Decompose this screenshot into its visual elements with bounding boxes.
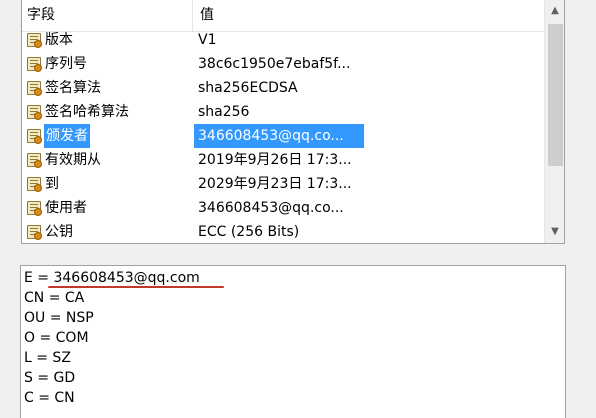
list-row-serial-number[interactable]: 序列号 38c6c1950e7ebaf5f... — [22, 52, 544, 76]
certificate-field-icon — [27, 153, 42, 168]
row-field-cell: 有效期从 — [27, 148, 193, 172]
row-value: 2019年9月26日 17:3... — [198, 152, 352, 168]
certificate-fields-list[interactable]: 字段 值 版本 V1 序列号 38c6c1950e7ebaf5f... 签名算法… — [21, 0, 565, 244]
certificate-field-icon — [27, 225, 42, 240]
list-row-valid-to[interactable]: 到 2029年9月23日 17:3... — [22, 172, 544, 196]
row-field-label: 使用者 — [45, 200, 87, 216]
detail-line-email: E = 346608453@qq.com — [24, 270, 200, 286]
vertical-scrollbar[interactable]: ▲ ▼ — [544, 0, 564, 243]
list-row-issuer[interactable]: 颁发者 346608453@qq.co... — [22, 124, 544, 148]
list-row-version[interactable]: 版本 V1 — [22, 28, 544, 52]
detail-line-cn: CN = CA — [24, 290, 85, 306]
detail-line-s: S = GD — [24, 370, 76, 386]
list-row-signature-algorithm[interactable]: 签名算法 sha256ECDSA — [22, 76, 544, 100]
row-field-cell: 公钥 — [27, 220, 193, 243]
row-value: V1 — [198, 32, 217, 48]
row-value: 2029年9月23日 17:3... — [198, 176, 352, 192]
row-value: sha256ECDSA — [198, 80, 298, 96]
row-field-cell: 颁发者 — [27, 124, 193, 148]
row-field-label: 版本 — [45, 32, 73, 48]
row-field-cell: 签名算法 — [27, 76, 193, 100]
row-field-label: 序列号 — [45, 56, 87, 72]
certificate-field-icon — [27, 105, 42, 120]
detail-line-c: C = CN — [24, 390, 75, 406]
row-field-label: 颁发者 — [44, 124, 90, 148]
scroll-thumb[interactable] — [548, 24, 563, 166]
list-row-signature-hash-algorithm[interactable]: 签名哈希算法 sha256 — [22, 100, 544, 124]
detail-line-l: L = SZ — [24, 350, 71, 366]
row-field-cell: 签名哈希算法 — [27, 100, 193, 124]
row-value: 346608453@qq.co... — [198, 200, 344, 216]
list-row-public-key[interactable]: 公钥 ECC (256 Bits) — [22, 220, 544, 243]
row-value: ECC (256 Bits) — [198, 224, 300, 240]
row-field-label: 公钥 — [45, 224, 73, 240]
row-value: sha256 — [198, 104, 250, 120]
detail-line-o: O = COM — [24, 330, 89, 346]
detail-line-ou: OU = NSP — [24, 310, 94, 326]
row-field-cell: 序列号 — [27, 52, 193, 76]
field-detail-textbox[interactable]: E = 346608453@qq.com CN = CA OU = NSP O … — [20, 265, 566, 418]
scroll-down-arrow-icon[interactable]: ▼ — [545, 223, 564, 241]
row-field-label: 到 — [45, 176, 59, 192]
list-row-valid-from[interactable]: 有效期从 2019年9月26日 17:3... — [22, 148, 544, 172]
row-field-label: 签名算法 — [45, 80, 101, 96]
row-field-label: 签名哈希算法 — [45, 104, 129, 120]
certificate-field-icon — [27, 81, 42, 96]
certificate-field-icon — [27, 33, 42, 48]
certificate-field-icon — [27, 201, 42, 216]
row-field-cell: 使用者 — [27, 196, 193, 220]
row-value: 346608453@qq.co... — [194, 124, 364, 148]
row-field-label: 有效期从 — [45, 152, 101, 168]
certificate-field-icon — [27, 129, 42, 144]
certificate-field-icon — [27, 177, 42, 192]
scroll-up-arrow-icon[interactable]: ▲ — [545, 2, 564, 20]
row-value: 38c6c1950e7ebaf5f... — [198, 56, 351, 72]
row-field-cell: 版本 — [27, 28, 193, 52]
certificate-field-icon — [27, 57, 42, 72]
list-row-subject[interactable]: 使用者 346608453@qq.co... — [22, 196, 544, 220]
row-field-cell: 到 — [27, 172, 193, 196]
